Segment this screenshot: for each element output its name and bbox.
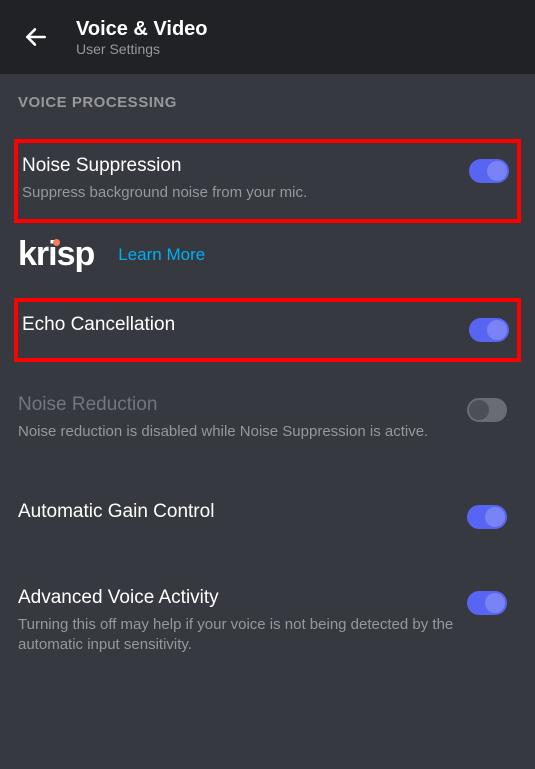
- setting-automatic-gain[interactable]: Automatic Gain Control: [18, 485, 517, 549]
- page-subtitle: User Settings: [76, 41, 208, 57]
- setting-noise-reduction: Noise Reduction Noise reduction is disab…: [18, 378, 517, 462]
- highlight-noise-suppression: Noise Suppression Suppress background no…: [14, 139, 521, 223]
- setting-title: Noise Suppression: [22, 155, 457, 177]
- krisp-logo: krisp: [18, 235, 94, 274]
- setting-echo-cancellation[interactable]: Echo Cancellation: [18, 314, 509, 342]
- setting-desc: Suppress background noise from your mic.: [22, 183, 457, 203]
- setting-title: Noise Reduction: [18, 394, 455, 416]
- toggle-noise-suppression[interactable]: [469, 159, 509, 183]
- setting-text: Advanced Voice Activity Turning this off…: [18, 587, 467, 656]
- krisp-row: krisp Learn More: [18, 235, 517, 274]
- setting-row-advanced-voice[interactable]: Advanced Voice Activity Turning this off…: [18, 571, 517, 676]
- toggle-noise-reduction: [467, 398, 507, 422]
- arrow-left-icon: [23, 24, 49, 50]
- page-title: Voice & Video: [76, 17, 208, 41]
- toggle-echo-cancellation[interactable]: [469, 318, 509, 342]
- toggle-advanced-voice[interactable]: [467, 591, 507, 615]
- setting-title: Automatic Gain Control: [18, 501, 455, 523]
- setting-advanced-voice[interactable]: Advanced Voice Activity Turning this off…: [18, 571, 517, 676]
- section-label-voice-processing: VOICE PROCESSING: [18, 94, 517, 111]
- learn-more-link[interactable]: Learn More: [118, 245, 205, 265]
- setting-title: Advanced Voice Activity: [18, 587, 455, 609]
- setting-text: Noise Reduction Noise reduction is disab…: [18, 394, 467, 442]
- header-bar: Voice & Video User Settings: [0, 0, 535, 74]
- highlight-echo-cancellation: Echo Cancellation: [14, 298, 521, 362]
- content-area: VOICE PROCESSING Noise Suppression Suppr…: [0, 74, 535, 717]
- header-text: Voice & Video User Settings: [76, 17, 208, 57]
- setting-row-noise-reduction: Noise Reduction Noise reduction is disab…: [18, 378, 517, 462]
- setting-noise-suppression[interactable]: Noise Suppression Suppress background no…: [18, 155, 509, 203]
- setting-row-automatic-gain[interactable]: Automatic Gain Control: [18, 485, 517, 549]
- setting-text: Echo Cancellation: [22, 314, 469, 342]
- setting-desc: Turning this off may help if your voice …: [18, 615, 455, 656]
- setting-text: Noise Suppression Suppress background no…: [22, 155, 469, 203]
- toggle-automatic-gain[interactable]: [467, 505, 507, 529]
- back-button[interactable]: [16, 17, 56, 57]
- setting-desc: Noise reduction is disabled while Noise …: [18, 422, 455, 442]
- setting-title: Echo Cancellation: [22, 314, 457, 336]
- setting-text: Automatic Gain Control: [18, 501, 467, 529]
